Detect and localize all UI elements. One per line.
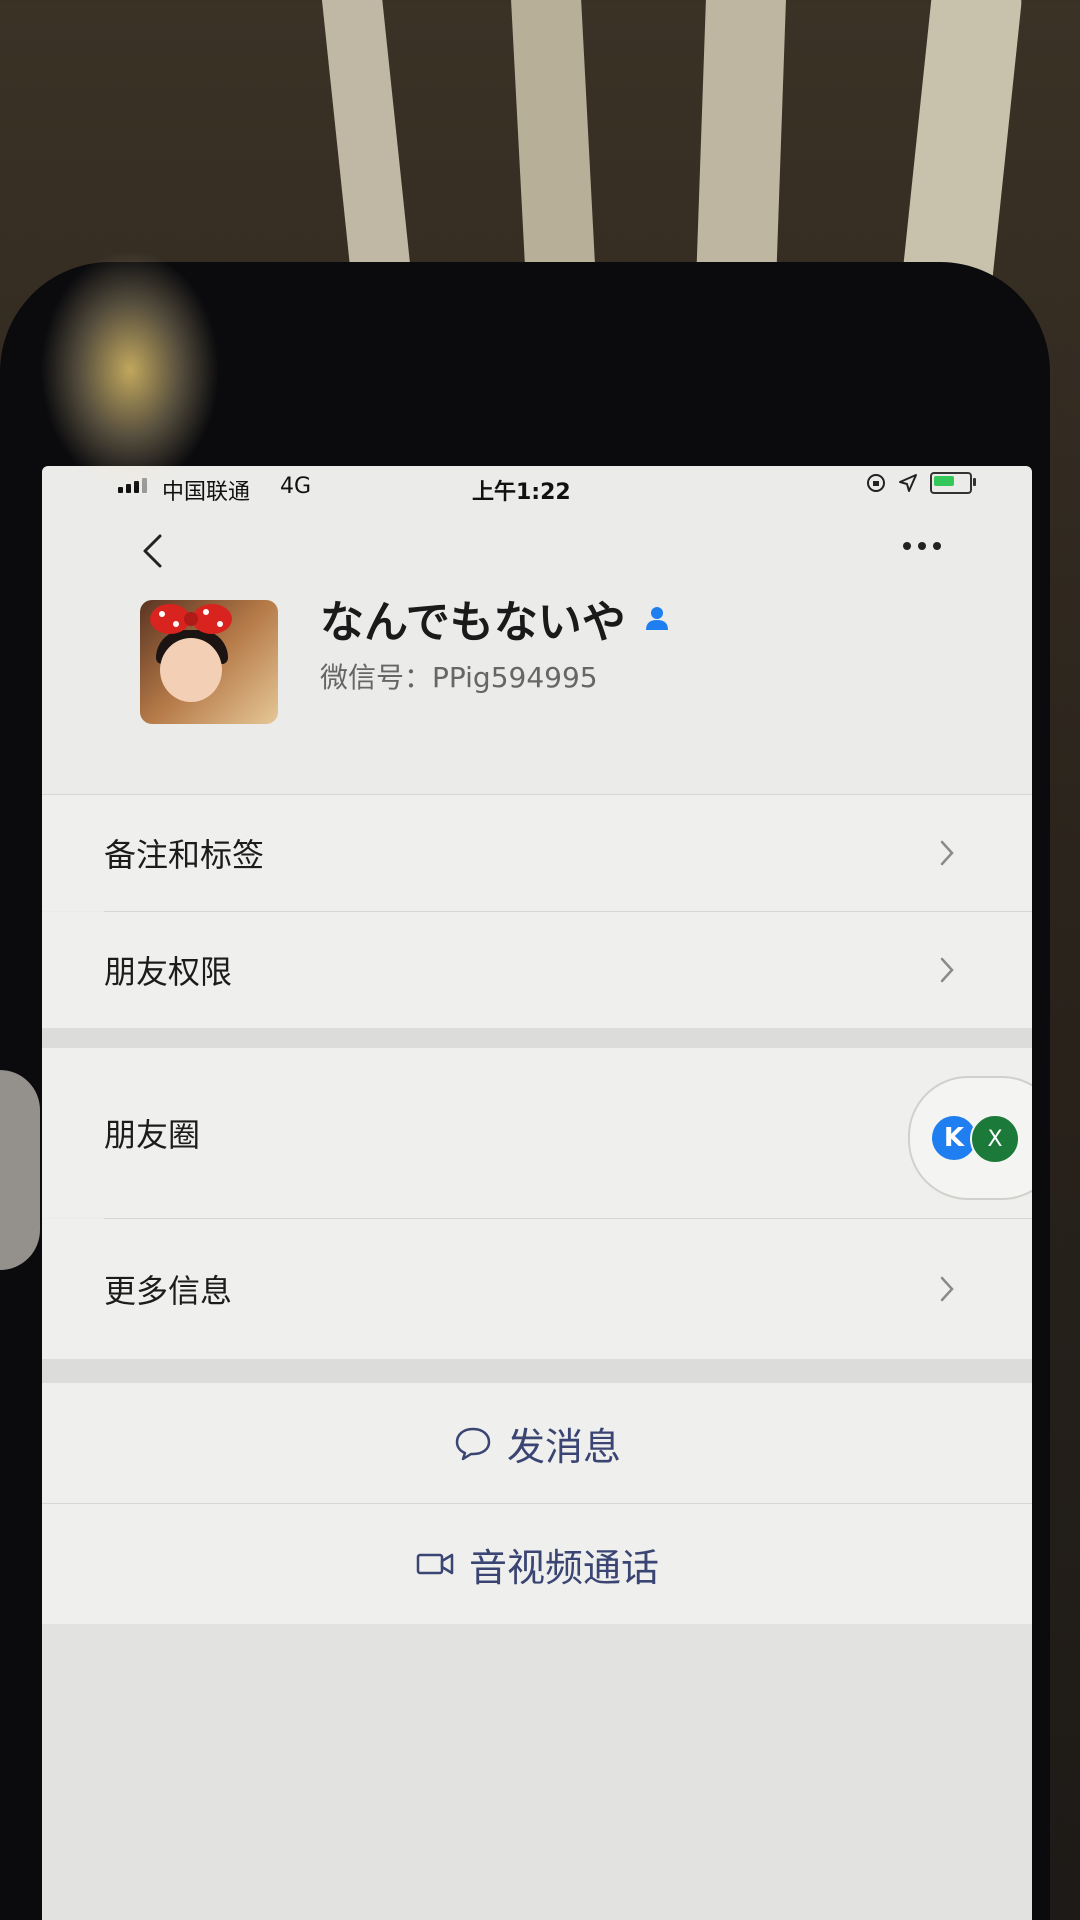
orientation-lock-icon xyxy=(867,474,885,492)
profile-name: なんでもないや xyxy=(320,586,672,650)
location-arrow-icon xyxy=(899,474,917,492)
excel-app-icon: X xyxy=(970,1114,1020,1164)
contact-person-icon xyxy=(645,607,668,630)
battery-icon xyxy=(930,472,976,494)
video-camera-icon xyxy=(416,1553,454,1575)
send-message-button[interactable]: 发消息 xyxy=(42,1383,1032,1503)
floating-app-bubble[interactable]: K X xyxy=(908,1076,1032,1200)
phone-screen: 中国联通 4G 上午1:22 なんでもないや 微信号：PPig594995 备注… xyxy=(42,466,1032,1920)
more-options-button[interactable] xyxy=(892,526,952,566)
friend-permissions-label: 朋友权限 xyxy=(104,953,233,991)
status-bar: 中国联通 4G 上午1:22 xyxy=(42,466,1032,506)
remark-tags-row[interactable]: 备注和标签 xyxy=(42,795,1032,911)
chat-bubble-icon xyxy=(455,1427,491,1461)
remark-tags-label: 备注和标签 xyxy=(104,836,265,874)
hair-bow-graphic xyxy=(150,604,232,634)
ellipsis-icon xyxy=(903,542,941,550)
more-info-label: 更多信息 xyxy=(104,1272,233,1310)
profile-name-text: なんでもないや xyxy=(320,597,626,648)
more-info-row[interactable]: 更多信息 xyxy=(42,1219,1032,1359)
video-call-label: 音视频通话 xyxy=(468,1545,659,1590)
chevron-right-icon xyxy=(932,950,962,990)
status-time: 上午1:22 xyxy=(472,480,571,505)
avatar[interactable] xyxy=(140,600,278,724)
chevron-left-icon xyxy=(143,534,162,568)
video-call-button[interactable]: 音视频通话 xyxy=(42,1504,1032,1624)
section-gap xyxy=(42,1028,1032,1048)
chevron-right-icon xyxy=(932,833,962,873)
moments-label: 朋友圈 xyxy=(104,1116,201,1154)
empty-bottom-area xyxy=(42,1624,1032,1920)
back-button[interactable] xyxy=(132,526,172,576)
section-gap xyxy=(42,1359,1032,1383)
chevron-right-icon xyxy=(932,1269,962,1309)
send-message-label: 发消息 xyxy=(506,1424,621,1469)
network-type: 4G xyxy=(280,474,312,499)
carrier-label: 中国联通 xyxy=(162,480,251,505)
moments-row[interactable]: 朋友圈 xyxy=(42,1048,1032,1218)
signal-strength-icon xyxy=(118,478,147,493)
status-icons xyxy=(866,472,976,494)
friend-permissions-row[interactable]: 朋友权限 xyxy=(42,912,1032,1028)
wechat-id: 微信号：PPig594995 xyxy=(320,661,598,694)
thumb-edge xyxy=(0,1070,40,1270)
